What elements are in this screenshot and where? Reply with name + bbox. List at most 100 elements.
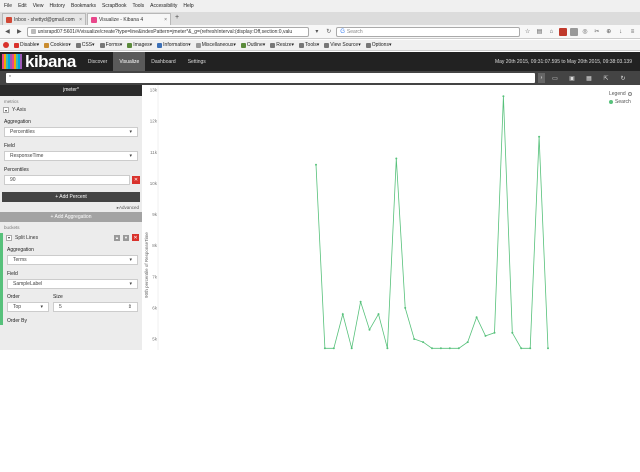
data-point[interactable] [350,347,353,350]
data-point[interactable] [386,347,389,350]
toolbar-item-label[interactable]: Outline▾ [247,42,265,48]
size-input[interactable]: 5 ⇕ [53,302,138,312]
menu-view[interactable]: View [33,3,44,9]
sync-icon[interactable]: ◎ [581,27,590,36]
data-point[interactable] [547,347,549,350]
browser-tab[interactable]: Visualize - Kibana 4 × [87,13,171,25]
add-aggregation-button[interactable]: + Add Aggregation [0,212,142,222]
toolbar-item[interactable]: Resize▾ [270,42,294,48]
move-up-button[interactable]: ▲ [114,234,120,241]
search-engine-icon[interactable]: G [340,29,345,35]
menu-accessibility[interactable]: Accessibility [150,3,177,9]
data-point[interactable] [457,347,460,350]
move-down-button[interactable]: ▼ [123,234,129,241]
field-select[interactable]: ResponseTime ▾ [4,151,138,161]
toolbar-item-label[interactable]: Forms▾ [106,42,123,48]
browser-tab[interactable]: Inbox - shettyd@gmail.com × [2,13,86,25]
toolbar-item-label[interactable]: Miscellaneous▾ [202,42,236,48]
data-point[interactable] [431,347,433,350]
home-icon[interactable]: ⌂ [547,27,556,36]
reload-icon[interactable]: ↻ [324,27,333,36]
data-point[interactable] [332,347,335,350]
menu-edit[interactable]: Edit [18,3,27,9]
close-tab-icon[interactable]: × [164,17,167,23]
data-point[interactable] [377,313,380,316]
split-lines-label[interactable]: Split Lines [15,235,111,241]
url-bar[interactable]: unisrapd07:5601/#/visualize/create?type=… [26,26,310,37]
toolbar-item-label[interactable]: Cookies▾ [50,42,71,48]
toolbar-item[interactable]: Cookies▾ [44,42,71,48]
menu-bookmarks[interactable]: Bookmarks [71,3,96,9]
add-percent-button[interactable]: + Add Percent [2,192,140,202]
site-info-icon[interactable] [30,29,36,34]
remove-percentile-button[interactable]: ✕ [132,176,140,184]
tab-title[interactable]: Inbox - shettyd@gmail.com [14,17,77,23]
toolbar-item-label[interactable]: Options▾ [372,42,392,48]
advanced-toggle[interactable]: ▸Advanced [0,202,142,212]
tab-title[interactable]: Visualize - Kibana 4 [99,17,162,23]
toolbar-item[interactable]: Outline▾ [240,42,265,48]
data-point[interactable] [359,300,362,303]
remove-bucket-button[interactable]: ✕ [132,234,139,241]
order-select[interactable]: Top ▾ [7,302,49,312]
toolbar-item-label[interactable]: CSS▾ [82,42,95,48]
open-icon[interactable]: ▦ [582,73,596,83]
toolbar-item[interactable]: Information▾ [157,42,191,48]
percentile-input[interactable]: 90 [4,175,130,185]
data-point[interactable] [439,347,442,350]
nav-settings[interactable]: Settings [182,52,212,71]
data-point[interactable] [341,313,344,316]
data-point[interactable] [502,95,505,98]
legend-title[interactable]: Legend [609,91,626,97]
legend-toggle-icon[interactable] [627,92,632,96]
menu-tools[interactable]: Tools [132,3,144,9]
data-point[interactable] [404,306,407,309]
close-tab-icon[interactable]: × [79,17,82,23]
pocket-icon[interactable]: ⊕ [604,27,613,36]
data-point[interactable] [448,347,451,350]
toolbar-item-label[interactable]: Resize▾ [276,42,294,48]
data-point[interactable] [475,316,478,319]
download-icon[interactable]: ↓ [616,27,625,36]
data-point[interactable] [413,338,416,340]
query-submit-button[interactable]: › [538,73,545,83]
toolbar-item-label[interactable]: Disable▾ [20,42,39,48]
legend-item-search[interactable]: Search [615,99,631,105]
data-point[interactable] [368,328,371,331]
query-text[interactable]: * [9,75,11,81]
data-point[interactable] [493,331,496,334]
addon-gray-icon[interactable] [569,27,578,36]
toolbar-item[interactable]: CSS▾ [75,42,95,48]
toolbar-item[interactable]: Miscellaneous▾ [195,42,236,48]
menu-icon[interactable]: ≡ [628,27,637,36]
query-input[interactable]: * [6,73,535,83]
data-point[interactable] [323,347,326,350]
save-icon[interactable]: ▣ [565,73,579,83]
data-point[interactable] [484,334,487,337]
toolbar-item-label[interactable]: View Source▾ [330,42,361,48]
collapse-icon[interactable]: ▾ [3,107,9,113]
data-point[interactable] [422,341,425,344]
new-vis-icon[interactable]: ▭ [548,73,562,83]
screenshot-icon[interactable]: ✂ [592,27,601,36]
new-tab-button[interactable]: + [172,14,182,25]
data-point[interactable] [520,347,523,350]
search-bar[interactable]: G Search [336,26,521,37]
toolbar-item[interactable]: Options▾ [365,42,392,48]
menu-scrapbook[interactable]: ScrapBook [102,3,126,9]
toolbar-item[interactable]: View Source▾ [324,42,361,48]
toolbar-item[interactable]: Disable▾ [14,42,39,48]
toolbar-item[interactable]: Forms▾ [99,42,123,48]
forward-icon[interactable]: ▶ [15,27,24,36]
refresh-icon[interactable]: ↻ [616,73,630,83]
url-text[interactable]: unisrapd07:5601/#/visualize/create?type=… [38,29,292,35]
data-point[interactable] [538,135,541,138]
data-point[interactable] [466,341,469,344]
size-value[interactable]: 5 [59,304,62,310]
back-icon[interactable]: ◀ [3,27,12,36]
share-icon[interactable]: ⇱ [599,73,613,83]
nav-visualize[interactable]: Visualize [113,52,146,71]
reading-list-icon[interactable]: ▤ [535,27,544,36]
data-point[interactable] [529,347,532,350]
search-input[interactable]: Search [347,29,363,35]
